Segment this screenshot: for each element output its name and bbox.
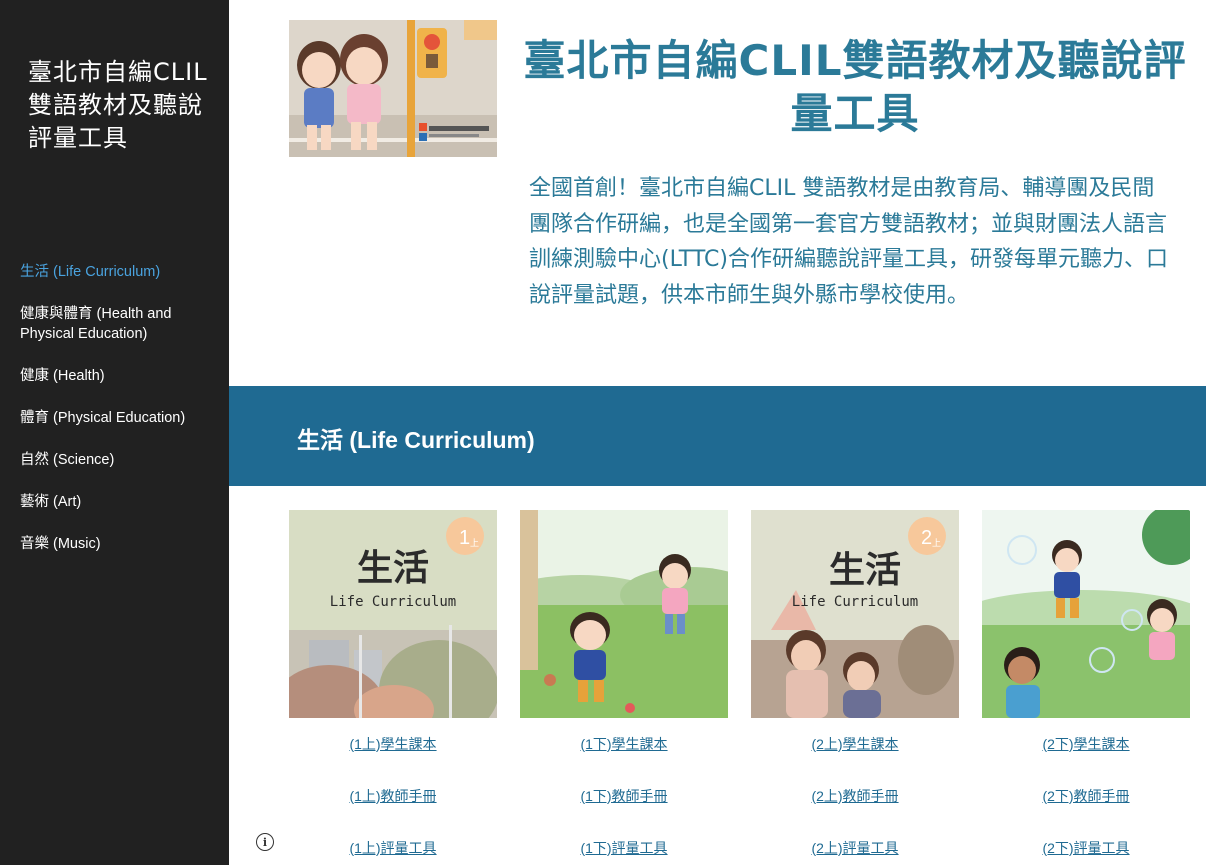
book-card-2-down: (2下)學生課本 (2下)教師手冊 (2下)評量工具 — [982, 510, 1190, 856]
student-book-link[interactable]: (1上)學生課本 — [289, 736, 497, 752]
badge-number: 1 — [459, 527, 470, 549]
nav-item-science[interactable]: 自然 (Science) — [20, 450, 220, 470]
nav-item-music[interactable]: 音樂 (Music) — [20, 534, 220, 554]
teacher-manual-link[interactable]: (1下)教師手冊 — [520, 788, 728, 804]
card-links: (1上)學生課本 (1上)教師手冊 (1上)評量工具 — [289, 736, 497, 856]
teacher-manual-link[interactable]: (1上)教師手冊 — [289, 788, 497, 804]
student-book-link[interactable]: (1下)學生課本 — [520, 736, 728, 752]
info-icon[interactable]: i — [256, 833, 274, 851]
book-cover-image[interactable] — [520, 510, 728, 718]
cover-subtitle: Life Curriculum — [792, 594, 918, 610]
badge-sub: 上 — [932, 538, 941, 549]
student-book-link[interactable]: (2下)學生課本 — [982, 736, 1190, 752]
nav-item-physical-education[interactable]: 體育 (Physical Education) — [20, 408, 220, 428]
book-cover-image[interactable] — [982, 510, 1190, 718]
assessment-tool-link[interactable]: (1下)評量工具 — [520, 840, 728, 856]
book-cover-image[interactable]: 1 上 生活 Life Curriculum — [289, 510, 497, 718]
hero-illustration — [289, 20, 497, 157]
teacher-manual-link[interactable]: (2上)教師手冊 — [751, 788, 959, 804]
nav-item-art[interactable]: 藝術 (Art) — [20, 492, 220, 512]
book-card-2-up: 2 上 生活 Life Curriculum (2上)學生課本 (2上)教師手冊… — [751, 510, 959, 856]
page-title: 臺北市自編CLIL雙語教材及聽說評量工具 — [523, 36, 1187, 138]
cover-title: 生活 — [829, 550, 901, 591]
teacher-manual-link[interactable]: (2下)教師手冊 — [982, 788, 1190, 804]
assessment-tool-link[interactable]: (2下)評量工具 — [982, 840, 1190, 856]
book-card-1-up: 1 上 生活 Life Curriculum (1上)學生課本 (1上)教師手冊… — [289, 510, 497, 856]
badge-number: 2 — [921, 527, 932, 549]
card-links: (2下)學生課本 (2下)教師手冊 (2下)評量工具 — [982, 736, 1190, 856]
assessment-tool-link[interactable]: (2上)評量工具 — [751, 840, 959, 856]
card-links: (2上)學生課本 (2上)教師手冊 (2上)評量工具 — [751, 736, 959, 856]
badge-sub: 上 — [470, 538, 479, 549]
nav-item-life-curriculum[interactable]: 生活 (Life Curriculum) — [20, 262, 220, 282]
student-book-link[interactable]: (2上)學生課本 — [751, 736, 959, 752]
book-card-1-down: (1下)學生課本 (1下)教師手冊 (1下)評量工具 — [520, 510, 728, 856]
cover-subtitle: Life Curriculum — [330, 594, 456, 610]
intro-paragraph: 全國首創！臺北市自編CLIL 雙語教材是由教育局、輔導團及民間團隊合作研編，也是… — [529, 176, 1168, 308]
nav-item-health-and-pe[interactable]: 健康與體育 (Health and Physical Education) — [20, 304, 220, 344]
nav-item-health[interactable]: 健康 (Health) — [20, 366, 220, 386]
card-links: (1下)學生課本 (1下)教師手冊 (1下)評量工具 — [520, 736, 728, 856]
assessment-tool-link[interactable]: (1上)評量工具 — [289, 840, 497, 856]
cover-title: 生活 — [357, 548, 429, 589]
sidebar: 臺北市自編CLIL雙語教材及聽說評量工具 生活 (Life Curriculum… — [0, 0, 229, 865]
section-title: 生活 (Life Curriculum) — [297, 427, 535, 453]
book-cover-image[interactable]: 2 上 生活 Life Curriculum — [751, 510, 959, 718]
site-title[interactable]: 臺北市自編CLIL雙語教材及聽說評量工具 — [28, 56, 208, 155]
section-banner: 生活 (Life Curriculum) — [229, 386, 1206, 486]
sidebar-nav: 生活 (Life Curriculum) 健康與體育 (Health and P… — [20, 262, 220, 554]
